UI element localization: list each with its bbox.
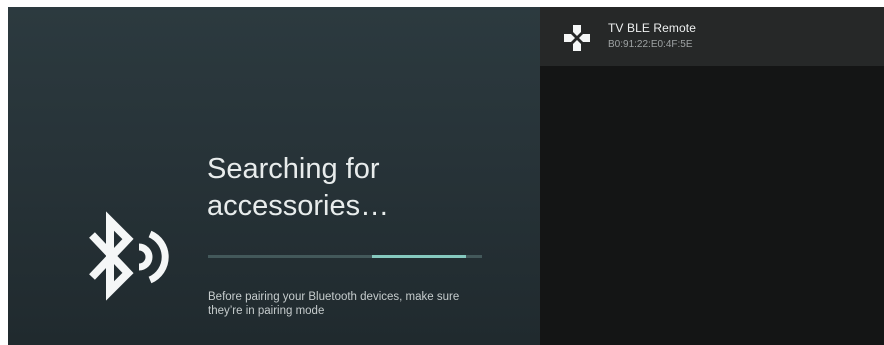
gamepad-icon	[564, 25, 590, 51]
tv-screen: Searching for accessories… Before pairin…	[8, 7, 884, 345]
title-line: accessories…	[207, 190, 390, 222]
page-title: Searching for accessories…	[207, 151, 507, 225]
search-progress-indicator	[372, 255, 466, 258]
device-name: TV BLE Remote	[608, 21, 697, 35]
pairing-hint: Before pairing your Bluetooth devices, m…	[208, 290, 508, 318]
bluetooth-searching-icon	[89, 211, 169, 301]
device-address: B0:91:22:E0:4F:5E	[608, 39, 693, 50]
title-line: Searching for	[207, 153, 380, 185]
device-list: TV BLE Remote B0:91:22:E0:4F:5E	[540, 7, 884, 345]
hint-line: Before pairing your Bluetooth devices, m…	[208, 291, 460, 303]
pairing-panel: Searching for accessories… Before pairin…	[8, 7, 540, 345]
hint-line: they’re in pairing mode	[208, 305, 325, 317]
search-progress-bar	[208, 255, 482, 258]
device-list-item[interactable]: TV BLE Remote B0:91:22:E0:4F:5E	[540, 7, 884, 66]
